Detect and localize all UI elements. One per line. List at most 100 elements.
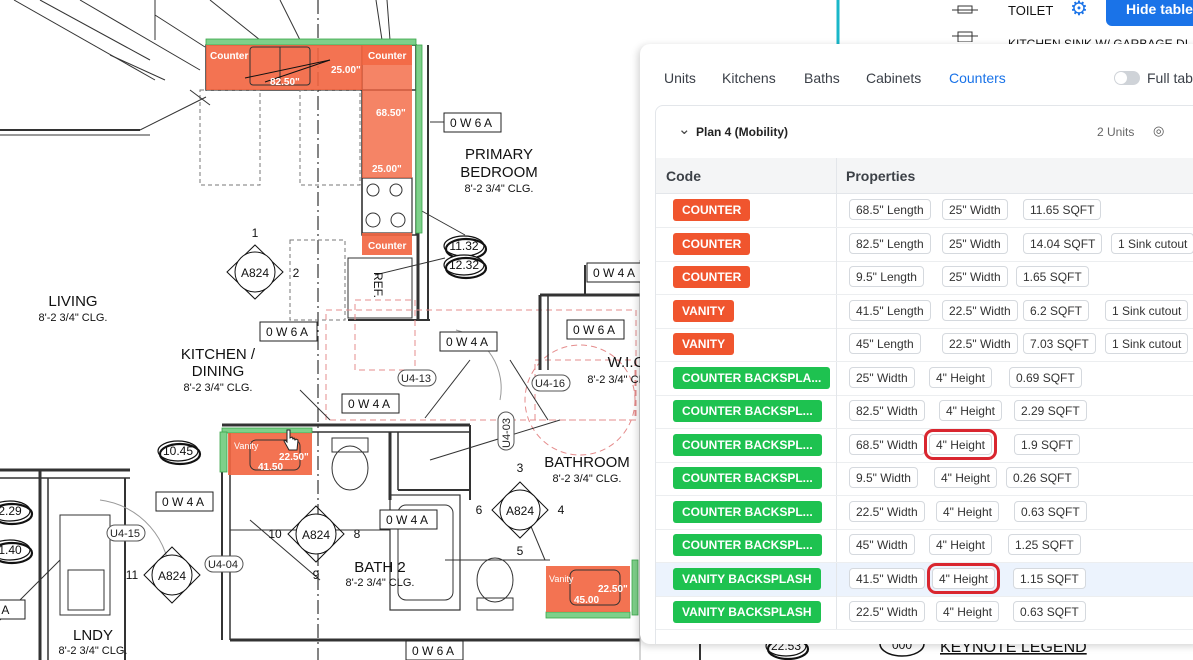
svg-text:0 W 6 A: 0 W 6 A xyxy=(412,644,454,658)
table-row[interactable]: VANITY BACKSPLASH 22.5" Width 4" Height 0.6… xyxy=(656,596,1193,630)
property-chip: 22.5" Width xyxy=(942,333,1018,354)
counter-dimension: 82.50" xyxy=(270,77,300,88)
full-table-toggle[interactable] xyxy=(1114,71,1140,85)
tab-cabinets[interactable]: Cabinets xyxy=(866,70,921,86)
property-chip: 22.5" Width xyxy=(849,500,925,522)
svg-text:A824: A824 xyxy=(158,569,186,583)
tab-baths[interactable]: Baths xyxy=(804,70,840,86)
property-chip: 68.5" Width xyxy=(849,433,925,455)
fridge-label: REF. xyxy=(371,272,385,298)
svg-text:2.29: 2.29 xyxy=(0,504,22,518)
room-clg-lndy: 8'-2 3/4" CLG. xyxy=(59,645,128,657)
column-header-properties: Properties xyxy=(846,168,916,184)
table-row[interactable]: COUNTER BACKSPL... 22.5" Width 4" Height 0.… xyxy=(656,495,1193,530)
table-row[interactable]: COUNTER BACKSPL... 45" Width 4" Height 1.25… xyxy=(656,529,1193,563)
table-header: Code Properties xyxy=(656,158,1193,194)
svg-text:11: 11 xyxy=(126,568,139,582)
svg-text:0 W 4 A: 0 W 4 A xyxy=(348,397,390,411)
code-badge: COUNTER xyxy=(673,232,751,255)
section-marker: A824 8 9 10 xyxy=(268,505,361,582)
hide-table-button[interactable]: Hide table xyxy=(1106,0,1193,26)
section-marker: A824 11 xyxy=(126,546,201,604)
property-chip: 6.2 SQFT xyxy=(1023,299,1090,321)
svg-text:1.40: 1.40 xyxy=(0,543,22,557)
property-chip: 25" Width xyxy=(942,266,1008,287)
section-marker: A824 3 4 5 6 xyxy=(476,461,565,558)
property-chip: 7.03 SQFT xyxy=(1023,333,1096,354)
svg-text:0 W 6 A: 0 W 6 A xyxy=(450,116,492,130)
code-badge: COUNTER xyxy=(673,266,751,288)
room-label-wic: W.I.C xyxy=(608,354,645,371)
table-row[interactable]: VANITY BACKSPLASH 41.5" Width 4" Height 1.1… xyxy=(656,562,1193,597)
counter-dimension: 25.00" xyxy=(372,164,402,175)
code-badge: COUNTER BACKSPL... xyxy=(673,467,822,489)
property-chip: 4" Height xyxy=(934,467,997,488)
room-clg-wic: 8'-2 3/4" CL xyxy=(587,374,644,386)
wall-tag: 0 W 6 A xyxy=(259,321,318,342)
property-chip: 11.65 SQFT xyxy=(1023,199,1102,220)
svg-text:A824: A824 xyxy=(506,504,534,518)
property-chip: 22.5" Width xyxy=(942,299,1018,321)
tab-units[interactable]: Units xyxy=(664,70,696,86)
table-row[interactable]: VANITY 41.5" Length 22.5" Width 6.2 SQFT 1 S… xyxy=(656,294,1193,329)
full-table-label: Full table xyxy=(1147,70,1193,86)
legend-toilet-label: TOILET xyxy=(1008,3,1054,18)
wall-tag: 6 A xyxy=(0,599,26,620)
table-row[interactable]: COUNTER BACKSPL... 82.5" Width 4" Height 2.… xyxy=(656,395,1193,429)
tab-counters[interactable]: Counters xyxy=(949,70,1006,86)
vanity-label[interactable]: Vanity xyxy=(549,574,574,584)
gear-icon[interactable]: ⚙ xyxy=(1066,0,1092,20)
wall-tag: 0 W 6 A xyxy=(405,640,464,660)
tab-kitchens[interactable]: Kitchens xyxy=(722,70,776,86)
wall-tag: 0 W 6 A xyxy=(566,319,625,340)
svg-text:0 W 4 A: 0 W 4 A xyxy=(162,495,204,509)
vanity-label[interactable]: Vanity xyxy=(234,441,259,451)
table-row[interactable]: COUNTER BACKSPL... 9.5" Width 4" Height 0.2… xyxy=(656,462,1193,496)
vanity-dimension: 22.50" xyxy=(279,452,309,463)
table-row[interactable]: VANITY 45" Length 22.5" Width 7.03 SQFT 1 Si… xyxy=(656,328,1193,362)
table-row[interactable]: COUNTER 82.5" Length 25" Width 14.04 SQFT 1 … xyxy=(656,227,1193,262)
property-chip: 22.5" Width xyxy=(849,601,925,622)
counter-label[interactable]: Counter xyxy=(210,51,248,62)
svg-text:6: 6 xyxy=(476,503,483,517)
svg-text:0 W 4 A: 0 W 4 A xyxy=(593,266,635,280)
room-label-living: LIVING xyxy=(48,293,97,310)
table-row[interactable]: COUNTER 68.5" Length 25" Width 11.65 SQFT xyxy=(656,194,1193,228)
code-badge: COUNTER BACKSPL... xyxy=(673,534,822,556)
counter-label[interactable]: Counter xyxy=(368,241,406,252)
svg-text:A824: A824 xyxy=(302,528,330,542)
toilet-symbol-icon xyxy=(952,5,978,42)
code-badge: VANITY xyxy=(673,299,735,322)
door-tag: U4-03 xyxy=(497,411,515,451)
code-badge: VANITY xyxy=(673,333,735,355)
plan-header[interactable]: ⌄ Plan 4 (Mobility) 2 Units ◎ xyxy=(656,106,1193,159)
chevron-down-icon[interactable]: ⌄ xyxy=(678,120,691,138)
code-badge: COUNTER BACKSPL... xyxy=(673,400,822,422)
property-chip: 82.5" Length xyxy=(849,232,931,254)
counter-label[interactable]: Counter xyxy=(368,51,406,62)
table-row[interactable]: COUNTER 9.5" Length 25" Width 1.65 SQFT xyxy=(656,261,1193,295)
target-icon[interactable]: ◎ xyxy=(1153,123,1164,139)
property-chip: 14.04 SQFT xyxy=(1023,232,1103,254)
property-chip: 1 Sink cutout xyxy=(1105,299,1189,321)
room-clg-kitchen: 8'-2 3/4" CLG. xyxy=(184,382,253,394)
vanity-dimension: 45.00 xyxy=(574,595,599,606)
property-chip: 0.63 SQFT xyxy=(1014,500,1087,522)
property-chip: 4" Height xyxy=(936,601,999,622)
counter-dimension: 68.50" xyxy=(376,108,406,119)
property-chip: 68.5" Length xyxy=(849,199,931,220)
door-tag: U4-16 xyxy=(531,374,571,392)
wall-tag: 0 W 4 A xyxy=(379,509,438,530)
door-tag: U4-13 xyxy=(397,369,437,387)
section-marker: A824 1 2 xyxy=(226,226,300,300)
svg-text:U4-16: U4-16 xyxy=(535,378,565,390)
table-row[interactable]: COUNTER BACKSPL... 68.5" Width 4" Height 1.… xyxy=(656,428,1193,463)
svg-text:10.45: 10.45 xyxy=(163,444,193,458)
svg-text:12.32: 12.32 xyxy=(449,258,479,272)
table-row[interactable]: COUNTER BACKSPLA... 25" Width 4" Height 0.6… xyxy=(656,361,1193,396)
property-chip: 4" Height xyxy=(929,366,992,388)
property-chip: 25" Width xyxy=(849,366,915,388)
svg-text:6 A: 6 A xyxy=(0,603,9,617)
room-clg-bath2: 8'-2 3/4" CLG. xyxy=(346,577,415,589)
svg-text:9: 9 xyxy=(313,568,320,582)
